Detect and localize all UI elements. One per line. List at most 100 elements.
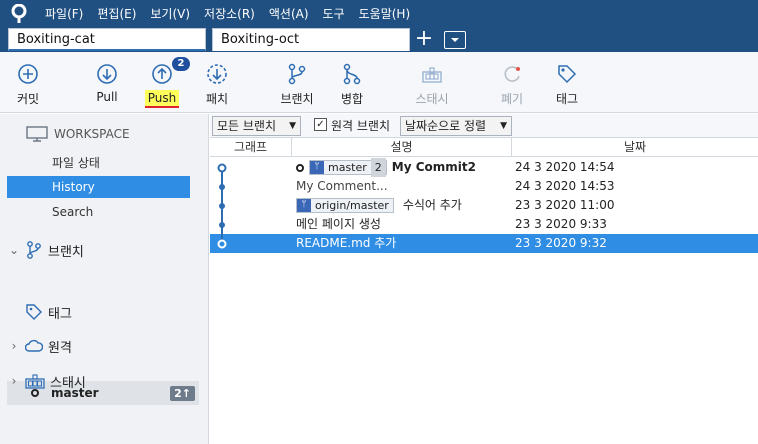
sidebar-item-search[interactable]: Search [7, 201, 190, 223]
branch-icon: ᛘ [297, 199, 311, 212]
pull-button[interactable]: Pull [79, 52, 135, 112]
graph-node [219, 222, 225, 228]
sort-value: 날짜순으로 정렬 [405, 119, 487, 133]
cloud-icon [25, 339, 43, 352]
commit-graph [217, 163, 227, 249]
graph-node [219, 203, 225, 209]
fetch-icon [207, 64, 227, 84]
commit-row[interactable]: My Comment... 24 3 2020 14:53 [210, 177, 758, 196]
branch-icon: ᛘ [310, 161, 324, 174]
sidebar: WORKSPACE 파일 상태 History Search ⌄ 브랜치 mas… [0, 114, 209, 444]
stash-label: 스태시 [415, 92, 449, 106]
branch-icon [288, 63, 306, 85]
tag-button[interactable]: 태그 [539, 52, 595, 112]
merge-icon [343, 63, 361, 85]
commit-row[interactable]: ᛘ master 2 My Commit2 24 3 2020 14:54 [210, 158, 758, 177]
stash-icon [422, 67, 442, 83]
commit-row[interactable]: 메인 페이지 생성 23 3 2020 9:33 [210, 215, 758, 234]
merge-label: 병합 [340, 92, 364, 106]
remote-branches-label: 원격 브랜치 [331, 119, 391, 133]
discard-label: 폐기 [500, 92, 524, 106]
commit-date: 24 3 2020 14:54 [515, 160, 615, 174]
chevron-down-icon: ⌄ [8, 243, 20, 257]
graph-node [217, 239, 227, 249]
commit-date: 23 3 2020 11:00 [515, 198, 615, 212]
column-graph[interactable]: 그래프 [210, 138, 292, 157]
tab-bar: Boxiting-cat Boxiting-oct + [0, 28, 758, 52]
graph-node [219, 184, 225, 190]
commit-label: 커밋 [16, 92, 40, 106]
commit-button[interactable]: 커밋 [0, 52, 56, 112]
tab-boxiting-oct[interactable]: Boxiting-oct [212, 28, 410, 51]
commit-row-selected[interactable]: README.md 추가 23 3 2020 9:32 [210, 234, 758, 253]
commit-message: My Commit2 [391, 160, 476, 174]
arrow-down-circle-icon [97, 64, 117, 84]
branch-label-master: ᛘ master 2 [309, 158, 387, 177]
pull-label: Pull [96, 90, 118, 104]
menu-view[interactable]: 보기(V) [143, 0, 197, 28]
commit-date: 23 3 2020 9:32 [515, 236, 607, 250]
sidebar-item-file-status[interactable]: 파일 상태 [7, 152, 190, 174]
merge-button[interactable]: 병합 [324, 52, 380, 112]
fetch-label: 패치 [205, 92, 229, 106]
commit-row[interactable]: ᛘ origin/master 수식어 추가 23 3 2020 11:00 [210, 196, 758, 215]
branch-filter-dropdown[interactable]: 모든 브랜치 ▼ [212, 116, 301, 136]
sidebar-section-branches[interactable]: ⌄ 브랜치 [8, 238, 203, 262]
branches-label: 브랜치 [48, 244, 84, 260]
menu-file[interactable]: 파일(F) [38, 0, 90, 28]
chevron-right-icon: › [11, 374, 17, 388]
menu-actions[interactable]: 액션(A) [262, 0, 316, 28]
sidebar-section-tags[interactable]: 태그 [8, 300, 203, 324]
commit-message: 메인 페이지 생성 [296, 217, 381, 231]
discard-button[interactable]: 폐기 [484, 52, 540, 112]
sidebar-section-stashes[interactable]: › 스태시 [8, 369, 203, 393]
menu-repository[interactable]: 저장소(R) [197, 0, 262, 28]
dropdown-arrow-icon: ▼ [500, 121, 507, 131]
tag-icon [558, 65, 577, 84]
sidebar-section-remotes[interactable]: › 원격 [8, 334, 203, 358]
chevron-down-icon [451, 38, 459, 42]
branch-label: 브랜치 [280, 92, 314, 106]
tag-icon [26, 304, 42, 320]
toolbar: 커밋 Pull 2 Push 패치 브랜치 병합 스태시 폐기 태그 [0, 52, 758, 113]
dropdown-arrow-icon: ▼ [289, 121, 296, 131]
tab-list-dropdown[interactable] [444, 31, 466, 49]
push-count-badge: 2 [172, 57, 190, 71]
chevron-right-icon: › [11, 339, 17, 353]
workspace-header: WORKSPACE [26, 124, 130, 144]
new-tab-button[interactable]: + [414, 28, 434, 51]
sort-dropdown[interactable]: 날짜순으로 정렬 ▼ [400, 116, 512, 136]
commit-message: 수식어 추가 [402, 198, 462, 212]
workspace-label: WORKSPACE [54, 127, 130, 141]
menu-bar: 파일(F) 편집(E) 보기(V) 저장소(R) 액션(A) 도구 도움말(H) [0, 0, 758, 28]
branch-icon [27, 241, 41, 259]
fetch-button[interactable]: 패치 [189, 52, 245, 112]
branch-label-origin-master: ᛘ origin/master [296, 198, 394, 213]
discard-icon [504, 66, 520, 82]
graph-node [217, 163, 227, 173]
tab-boxiting-cat[interactable]: Boxiting-cat [8, 28, 206, 51]
menu-help[interactable]: 도움말(H) [352, 0, 418, 28]
push-label: Push [144, 90, 180, 108]
stashes-label: 스태시 [50, 375, 86, 391]
remote-branches-checkbox[interactable]: ✓ [314, 118, 327, 131]
filter-bar: 모든 브랜치 ▼ ✓ 원격 브랜치 날짜순으로 정렬 ▼ [210, 114, 758, 138]
stash-icon [25, 374, 45, 389]
column-date[interactable]: 날짜 [512, 138, 758, 157]
tag-label: 태그 [555, 92, 579, 106]
menu-tools[interactable]: 도구 [316, 0, 352, 28]
commit-date: 24 3 2020 14:53 [515, 179, 615, 193]
column-description[interactable]: 설명 [292, 138, 512, 157]
branch-button[interactable]: 브랜치 [269, 52, 325, 112]
plus-circle-icon [18, 64, 38, 84]
commit-message: README.md 추가 [296, 236, 397, 250]
head-indicator-icon [296, 163, 304, 172]
stash-button[interactable]: 스태시 [404, 52, 460, 112]
menu-edit[interactable]: 편집(E) [90, 0, 143, 28]
sourcetree-logo-icon [0, 0, 38, 28]
sidebar-item-history[interactable]: History [7, 176, 190, 198]
push-button[interactable]: 2 Push [134, 52, 190, 112]
remotes-label: 원격 [48, 340, 72, 356]
commit-list-header: 그래프 설명 날짜 [210, 138, 758, 157]
monitor-icon [26, 126, 48, 142]
